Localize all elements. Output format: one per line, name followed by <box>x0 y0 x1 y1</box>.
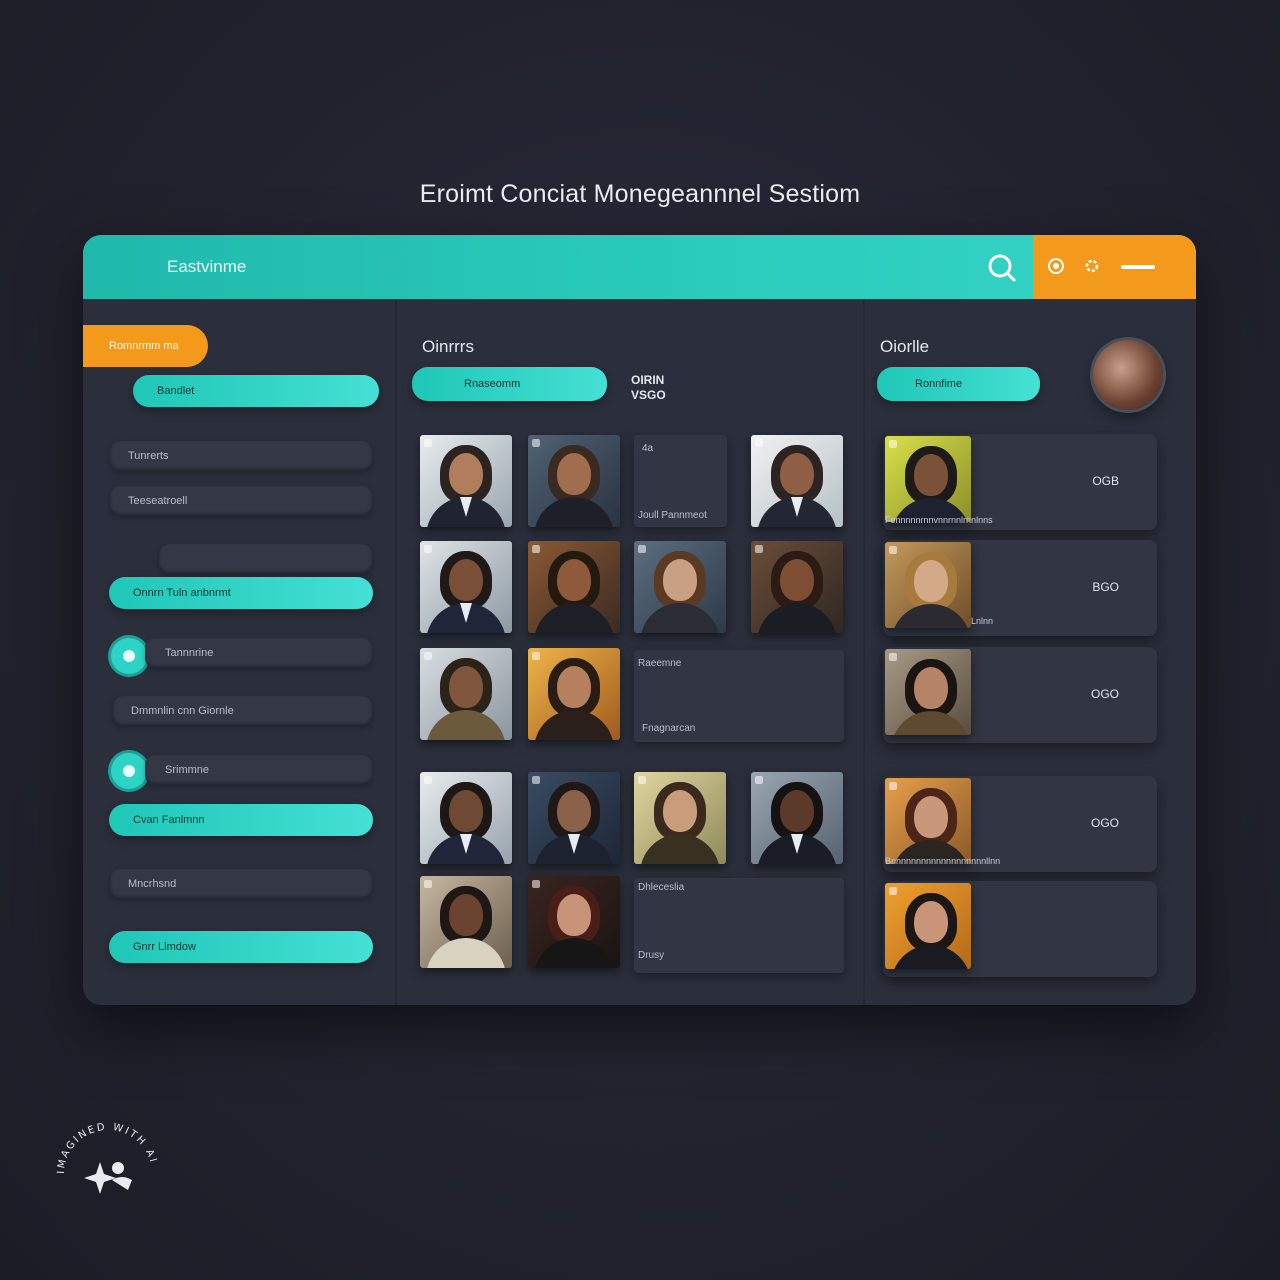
sidebar-field[interactable]: Srimmne <box>145 755 372 785</box>
card-caption: Fennnnnrnnvnnrnnlrnnlnns <box>885 515 993 525</box>
card-number: OGO <box>1090 816 1119 830</box>
header-actions <box>1033 235 1196 299</box>
at-icon[interactable] <box>1047 257 1065 275</box>
contact-photo[interactable] <box>420 772 512 864</box>
card-caption: Bnnnnnnnnnnnnnnnnnnnllnn <box>885 856 1001 866</box>
contact-photo[interactable] <box>751 772 843 864</box>
contact-photo[interactable] <box>885 883 971 969</box>
contact-photo[interactable] <box>885 649 971 735</box>
contact-photo[interactable] <box>528 541 620 633</box>
top-bar: Eastvinme <box>83 235 1196 299</box>
search-icon[interactable] <box>985 251 1019 285</box>
sidebar-field[interactable]: Teeseatroell <box>110 486 372 516</box>
settings-icon[interactable] <box>1083 257 1101 275</box>
contact-placeholder-card[interactable]: Dhleceslia Drusy <box>634 878 844 973</box>
contact-placeholder-card[interactable]: Raeemne Fnagnarcan <box>634 650 844 742</box>
radio-button[interactable] <box>111 753 147 789</box>
placeholder-bottom-text: Joull Pannmeot <box>638 510 707 521</box>
sidebar-active-tab[interactable]: Romnrmm ma <box>83 325 208 367</box>
contact-photo[interactable] <box>528 876 620 968</box>
contact-photo[interactable] <box>885 778 971 864</box>
contact-photo[interactable] <box>634 541 726 633</box>
sidebar-field[interactable]: Dmmnlin cnn Giornle <box>113 696 372 726</box>
contact-photo[interactable] <box>751 435 843 527</box>
middle-heading: Oinrrrs <box>422 337 474 356</box>
user-avatar[interactable] <box>1093 340 1163 410</box>
card-number: OGB <box>1092 474 1119 488</box>
contact-photo[interactable] <box>885 542 971 628</box>
count-label-line2: VSGO <box>631 388 666 402</box>
contact-photo[interactable] <box>885 436 971 522</box>
card-number: OGO <box>1090 687 1119 701</box>
contact-card[interactable] <box>883 881 1157 977</box>
sidebar-pill-button[interactable]: Onnrn Tuln anbnrmt <box>109 577 373 609</box>
sidebar-pill-button[interactable]: Gnrr Llmdow <box>109 931 373 963</box>
middle-pill-button[interactable]: Rnaseomm <box>412 367 607 401</box>
column-divider <box>863 299 865 1005</box>
contact-photo[interactable] <box>528 772 620 864</box>
right-pill-button[interactable]: Ronnfime <box>877 367 1040 401</box>
card-number: BGO <box>1092 580 1119 594</box>
sidebar-field[interactable] <box>159 544 372 574</box>
contact-card[interactable]: OGO <box>883 647 1157 743</box>
column-divider <box>395 299 397 1005</box>
placeholder-bottom-text: Fnagnarcan <box>642 723 696 734</box>
svg-text:IMAGINED WITH AI: IMAGINED WITH AI <box>56 1122 159 1174</box>
right-heading: Oiorlle <box>880 337 930 356</box>
sidebar-field[interactable]: Tunrerts <box>110 441 372 471</box>
app-window: Eastvinme Romnrmm ma Bandlet Tunrerts Te… <box>83 235 1196 1005</box>
placeholder-bottom-text: Drusy <box>638 950 665 961</box>
contact-photo[interactable] <box>420 876 512 968</box>
card-caption: Lnlnn <box>971 616 994 626</box>
imagined-with-ai-badge: IMAGINED WITH AI <box>52 1118 164 1230</box>
menu-icon[interactable] <box>1121 265 1155 269</box>
count-label-line1: OIRIN <box>631 373 665 387</box>
brand-name: Eastvinme <box>167 257 247 276</box>
contact-photo[interactable] <box>528 648 620 740</box>
contact-photo[interactable] <box>528 435 620 527</box>
contact-card[interactable]: BGO <box>883 540 1157 636</box>
placeholder-top-text: Dhleceslia <box>638 882 685 893</box>
placeholder-top-text: Raeemne <box>638 658 682 669</box>
contact-photo[interactable] <box>751 541 843 633</box>
watermark-text: IMAGINED WITH AI <box>56 1122 157 1174</box>
contact-photo[interactable] <box>420 435 512 527</box>
sidebar-field[interactable]: Tannnrine <box>145 638 372 668</box>
sidebar-pill-button[interactable]: Cvan Fanlmnn <box>109 804 373 836</box>
page-title: Eroimt Conciat Monegeannnel Sestiom <box>419 180 861 208</box>
sidebar-field[interactable]: Mncrhsnd <box>110 869 372 899</box>
contact-photo[interactable] <box>420 648 512 740</box>
contact-placeholder-card[interactable]: 4a Joull Pannmeot <box>634 435 727 527</box>
radio-button[interactable] <box>111 638 147 674</box>
contact-photo[interactable] <box>420 541 512 633</box>
placeholder-top-text: 4a <box>642 443 654 454</box>
sidebar-primary-pill[interactable]: Bandlet <box>133 375 379 407</box>
contact-photo[interactable] <box>634 772 726 864</box>
